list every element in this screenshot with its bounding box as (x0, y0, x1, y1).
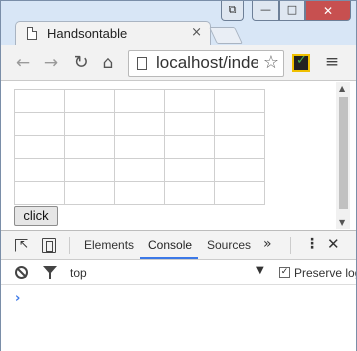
grid-cell[interactable] (64, 89, 115, 113)
tab-elements[interactable]: Elements (84, 238, 134, 252)
scroll-up-arrow-icon[interactable]: ▲ (339, 84, 345, 93)
grid-cell[interactable] (64, 112, 115, 136)
reload-icon[interactable]: ↻ (71, 53, 91, 73)
address-bar[interactable]: localhost/index ☆ (128, 50, 284, 77)
preserve-log-label[interactable]: Preserve log (294, 266, 356, 280)
clear-console-icon[interactable] (15, 266, 28, 279)
grid-cell[interactable] (214, 112, 265, 136)
page-icon (27, 27, 37, 40)
divider (69, 237, 70, 254)
grid-cell[interactable] (114, 158, 165, 182)
devtools-close-icon[interactable]: ✕ (327, 235, 340, 253)
grid-cell[interactable] (164, 135, 215, 159)
back-arrow-icon[interactable]: ← (13, 53, 33, 73)
grid-cell[interactable] (164, 158, 215, 182)
grid-cell[interactable] (214, 181, 265, 205)
tab-sources[interactable]: Sources (207, 238, 251, 252)
active-tab-indicator (140, 257, 198, 259)
filter-icon[interactable] (43, 266, 57, 279)
maximize-button[interactable]: □ (279, 1, 305, 21)
grid-cell[interactable] (14, 89, 65, 113)
grid-cell[interactable] (164, 112, 215, 136)
table-row (14, 135, 265, 159)
title-bar: Handsontable × ⧉ — □ ✕ (1, 1, 356, 46)
grid-cell[interactable] (14, 181, 65, 205)
divider (290, 237, 291, 254)
inspect-element-icon[interactable] (15, 237, 29, 252)
grid-cell[interactable] (164, 181, 215, 205)
click-button[interactable]: click (14, 206, 58, 226)
url-text[interactable]: localhost/index (156, 53, 258, 73)
context-selector[interactable]: top (70, 266, 87, 280)
new-tab-button[interactable] (209, 27, 243, 44)
menu-icon[interactable]: ≡ (323, 53, 341, 71)
page-viewport: click ▲ ▼ (1, 82, 356, 229)
console-prompt-icon[interactable]: › (15, 291, 20, 306)
grid-cell[interactable] (14, 158, 65, 182)
grid-cell[interactable] (164, 89, 215, 113)
grid-cell[interactable] (64, 135, 115, 159)
vertical-scrollbar[interactable]: ▲ ▼ (336, 82, 350, 229)
browser-toolbar: ← → ↻ ⌂ localhost/index ☆ ≡ (1, 45, 356, 81)
grid-cell[interactable] (14, 135, 65, 159)
tab-console[interactable]: Console (148, 238, 192, 252)
table-row (14, 112, 265, 136)
scroll-thumb[interactable] (339, 97, 348, 209)
grid-cell[interactable] (214, 158, 265, 182)
page-info-icon[interactable] (137, 57, 147, 70)
profile-icon: ⧉ (228, 3, 237, 16)
grid-cell[interactable] (114, 112, 165, 136)
browser-tab[interactable]: Handsontable × (15, 21, 211, 46)
preserve-log-checkbox[interactable]: ✓ (279, 267, 290, 278)
grid-cell[interactable] (114, 135, 165, 159)
grid-cell[interactable] (114, 89, 165, 113)
table-row (14, 89, 265, 113)
more-tabs-icon[interactable]: » (263, 236, 272, 252)
close-icon: ✕ (322, 4, 334, 18)
grid-cell[interactable] (114, 181, 165, 205)
bookmark-star-icon[interactable]: ☆ (263, 52, 279, 73)
devtools-panel: Elements Console Sources » ⋮ ✕ top ▼ ✓ P… (1, 230, 356, 351)
devtools-tab-bar: Elements Console Sources » ⋮ ✕ (1, 231, 356, 260)
table-row (14, 158, 265, 182)
grid-cell[interactable] (14, 112, 65, 136)
console-toolbar: top ▼ ✓ Preserve log (1, 261, 356, 285)
minimize-icon: — (260, 3, 271, 16)
maximize-icon: □ (286, 3, 298, 16)
scroll-down-arrow-icon[interactable]: ▼ (339, 218, 345, 227)
chevron-down-icon[interactable]: ▼ (256, 265, 264, 276)
tab-title: Handsontable (47, 26, 128, 41)
profile-button[interactable]: ⧉ (221, 1, 244, 21)
table-row (14, 181, 265, 205)
minimize-button[interactable]: — (252, 1, 279, 21)
grid-cell[interactable] (64, 181, 115, 205)
device-toolbar-icon[interactable] (42, 238, 56, 253)
browser-window: Handsontable × ⧉ — □ ✕ ← → ↻ ⌂ localhost… (0, 0, 357, 351)
grid-cell[interactable] (214, 89, 265, 113)
close-window-button[interactable]: ✕ (305, 1, 351, 21)
grid-cell[interactable] (64, 158, 115, 182)
grid-cell[interactable] (214, 135, 265, 159)
devtools-menu-icon[interactable]: ⋮ (305, 236, 319, 252)
handsontable-grid[interactable] (14, 89, 265, 205)
extension-icon[interactable] (292, 53, 310, 72)
home-icon[interactable]: ⌂ (98, 53, 118, 73)
tab-close-icon[interactable]: × (191, 25, 202, 40)
forward-arrow-icon[interactable]: → (41, 53, 61, 73)
